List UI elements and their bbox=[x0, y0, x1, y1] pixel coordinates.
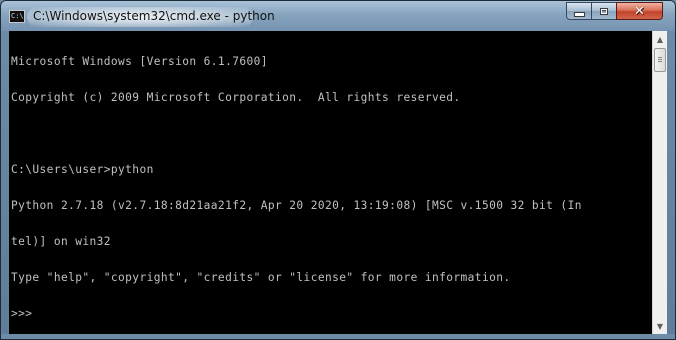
console-line: tel)] on win32 bbox=[11, 235, 111, 248]
grip-line bbox=[658, 61, 662, 62]
minimize-icon bbox=[573, 11, 585, 17]
window-bottom-border bbox=[1, 334, 675, 339]
console-line: C:\Users\user>python bbox=[11, 163, 154, 176]
cmd-console-icon[interactable]: C:\ bbox=[9, 10, 25, 23]
title-bar[interactable]: C:\ C:\Windows\system32\cmd.exe - python… bbox=[1, 1, 675, 31]
minimize-button[interactable] bbox=[566, 2, 592, 20]
maximize-icon bbox=[600, 7, 608, 15]
scrollbar-thumb[interactable] bbox=[654, 48, 666, 72]
vertical-scrollbar[interactable]: ▲ ▼ bbox=[652, 31, 667, 334]
console-output[interactable]: Microsoft Windows [Version 6.1.7600] Cop… bbox=[9, 31, 652, 334]
close-button[interactable]: ✕ bbox=[616, 2, 663, 20]
window-title: C:\Windows\system32\cmd.exe - python bbox=[33, 9, 275, 23]
scroll-down-arrow-icon[interactable]: ▼ bbox=[653, 318, 667, 334]
console-line: Python 2.7.18 (v2.7.18:8d21aa21f2, Apr 2… bbox=[11, 199, 582, 212]
close-icon: ✕ bbox=[634, 3, 645, 19]
maximize-button[interactable] bbox=[591, 2, 617, 20]
console-text: Microsoft Windows [Version 6.1.7600] Cop… bbox=[11, 32, 582, 334]
console-line: Copyright (c) 2009 Microsoft Corporation… bbox=[11, 91, 461, 104]
grip-line bbox=[658, 59, 662, 60]
console-prompt: >>> bbox=[11, 307, 33, 320]
console-line: Microsoft Windows [Version 6.1.7600] bbox=[11, 55, 268, 68]
grip-line bbox=[658, 57, 662, 58]
scroll-up-arrow-icon[interactable]: ▲ bbox=[653, 31, 667, 47]
cmd-window: C:\ C:\Windows\system32\cmd.exe - python… bbox=[0, 0, 676, 340]
console-line: Type "help", "copyright", "credits" or "… bbox=[11, 271, 511, 284]
